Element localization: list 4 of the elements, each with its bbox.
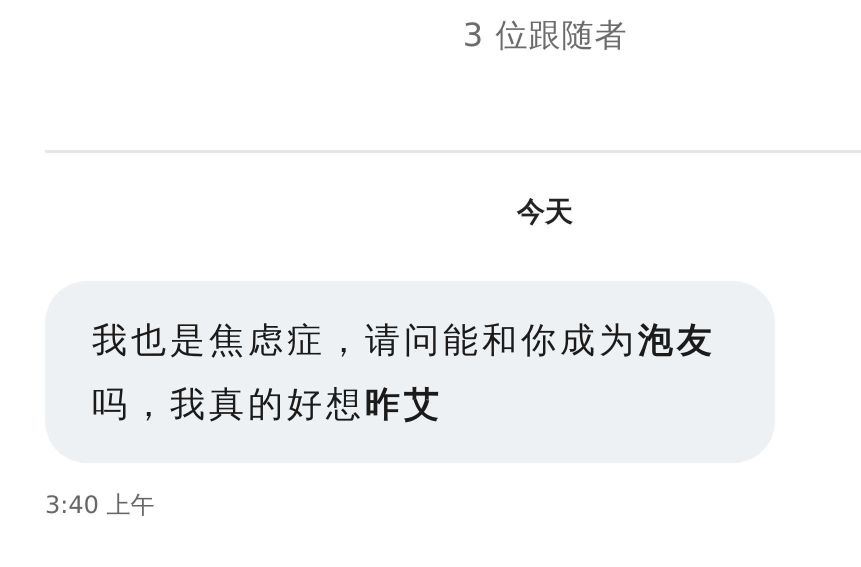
follower-count: 3 位跟随者 [462, 15, 628, 56]
message-time: 3:40 上午 [45, 490, 155, 521]
date-label: 今天 [517, 194, 573, 230]
message-text: 我也是焦虑症，请问能和你成为泡友吗，我真的好想昨艾 [92, 320, 717, 427]
